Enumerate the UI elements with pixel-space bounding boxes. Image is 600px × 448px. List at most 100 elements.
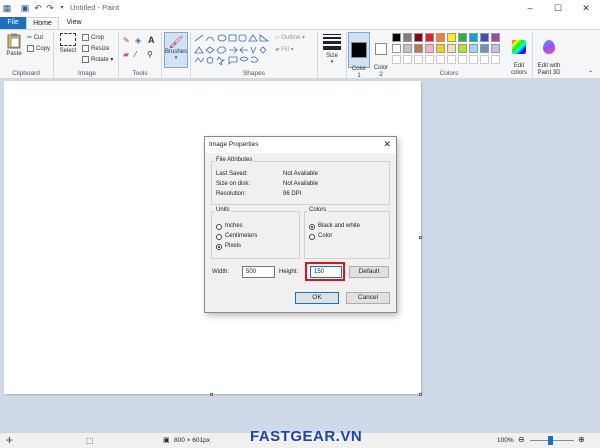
zoom-level: 100% (497, 437, 514, 444)
collapse-ribbon-icon[interactable]: ⌃ (588, 70, 593, 77)
palette-swatch[interactable] (447, 44, 456, 53)
pencil-icon[interactable]: ✎ (123, 36, 130, 45)
palette-swatch[interactable] (414, 33, 423, 42)
colors-group (304, 211, 390, 259)
width-input[interactable]: 500 (242, 266, 275, 278)
cancel-button[interactable]: Cancel (346, 292, 390, 304)
paint3d-button[interactable]: Edit with Paint 3D (535, 33, 563, 84)
color-radio[interactable] (309, 234, 315, 240)
pixels-radio[interactable] (216, 244, 222, 250)
fill-bucket-icon[interactable]: ◈ (135, 36, 141, 45)
palette-swatch-empty[interactable] (392, 55, 401, 64)
eraser-icon[interactable]: ▰ (123, 50, 129, 59)
window-title: Untitled - Paint (70, 3, 120, 12)
shapes-gallery[interactable] (193, 33, 273, 65)
tab-file[interactable]: File (0, 17, 26, 29)
palette-swatch[interactable] (392, 44, 401, 53)
copy-icon (27, 45, 34, 52)
palette-swatch[interactable] (425, 44, 434, 53)
palette-swatch[interactable] (436, 44, 445, 53)
fill-dropdown[interactable]: ▰ Fill ▾ (275, 46, 294, 53)
palette-swatch-empty[interactable] (403, 55, 412, 64)
tab-view[interactable]: View (60, 17, 88, 29)
default-button[interactable]: Default (349, 266, 389, 278)
palette-swatch[interactable] (414, 44, 423, 53)
color1-button[interactable]: Color 1 (348, 32, 370, 79)
customize-arrow-icon[interactable]: ▾ (57, 3, 67, 13)
palette-swatch-empty[interactable] (491, 55, 500, 64)
palette-swatch-empty[interactable] (469, 55, 478, 64)
palette-swatch[interactable] (436, 33, 445, 42)
resize-handle-right[interactable] (419, 236, 422, 239)
palette-swatch[interactable] (469, 44, 478, 53)
cut-button[interactable]: ✂ Cut (27, 34, 43, 41)
palette-swatch[interactable] (491, 44, 500, 53)
crop-button[interactable]: Crop (82, 34, 104, 41)
resize-handle-bottom[interactable] (210, 393, 213, 396)
ok-button[interactable]: OK (295, 292, 339, 304)
maximize-button[interactable]: ☐ (544, 0, 572, 17)
text-tool-icon[interactable]: A (148, 35, 155, 45)
pixels-label[interactable]: Pixels (225, 243, 241, 249)
divider (317, 32, 318, 78)
zoom-in-button[interactable]: ⊕ (578, 435, 585, 444)
palette-swatch[interactable] (469, 33, 478, 42)
tab-home[interactable]: Home (26, 17, 59, 29)
zoom-out-button[interactable]: ⊖ (518, 435, 525, 444)
divider (346, 32, 347, 78)
size-button[interactable]: Size ▾ (321, 33, 343, 65)
divider (190, 32, 191, 78)
file-attributes-legend: File Attributes (215, 157, 254, 163)
width-label: Width: (212, 269, 230, 275)
select-label: Select (59, 48, 77, 54)
palette-swatch[interactable] (491, 33, 500, 42)
palette-swatch[interactable] (458, 44, 467, 53)
palette-swatch[interactable] (447, 33, 456, 42)
zoom-slider-thumb[interactable] (548, 436, 553, 445)
brushes-button[interactable]: 🖌 Brushes ▾ (164, 32, 188, 68)
centimeters-radio[interactable] (216, 234, 222, 240)
select-button[interactable]: Select (58, 33, 78, 54)
palette-swatch-empty[interactable] (447, 55, 456, 64)
minimize-button[interactable]: – (516, 0, 544, 17)
size-on-disk-label: Size on disk: (216, 181, 251, 187)
color2-button[interactable]: Color 2 (372, 32, 390, 86)
inches-radio[interactable] (216, 224, 222, 230)
height-highlight-box (305, 262, 345, 281)
palette-swatch-empty[interactable] (458, 55, 467, 64)
palette-swatch[interactable] (480, 33, 489, 42)
crop-label: Crop (91, 35, 105, 42)
palette-swatch[interactable] (403, 33, 412, 42)
palette-swatch[interactable] (403, 44, 412, 53)
save-icon[interactable]: ▣ (20, 3, 30, 13)
palette-swatch-empty[interactable] (425, 55, 434, 64)
inches-label[interactable]: Inches (225, 223, 243, 229)
outline-dropdown[interactable]: ▱ Outline ▾ (275, 34, 305, 41)
palette-swatch[interactable] (480, 44, 489, 53)
palette-swatch-empty[interactable] (436, 55, 445, 64)
redo-icon[interactable]: ↷ (45, 3, 55, 13)
palette-swatch[interactable] (392, 33, 401, 42)
clipboard-icon (7, 33, 21, 49)
palette-swatch[interactable] (425, 33, 434, 42)
centimeters-label[interactable]: Centimeters (225, 233, 257, 239)
black-and-white-label[interactable]: Black and white (318, 223, 360, 229)
dialog-close-button[interactable]: ✕ (383, 139, 391, 149)
resize-handle-corner[interactable] (419, 393, 422, 396)
rotate-button[interactable]: Rotate ▾ (82, 56, 113, 63)
divider (53, 32, 54, 78)
close-button[interactable]: ✕ (572, 0, 600, 17)
paste-button[interactable]: Paste (4, 33, 24, 57)
undo-icon[interactable]: ↶ (33, 3, 43, 13)
ribbon-tabs: File Home View (0, 17, 600, 29)
palette-swatch-empty[interactable] (480, 55, 489, 64)
palette-swatch-empty[interactable] (414, 55, 423, 64)
black-and-white-radio[interactable] (309, 224, 315, 230)
color-label[interactable]: Color (318, 233, 332, 239)
copy-button[interactable]: Copy (27, 45, 50, 52)
edit-colors-button[interactable]: Edit colors (508, 33, 530, 84)
resize-button[interactable]: Resize (82, 45, 109, 52)
color-picker-icon[interactable]: ⁄ (135, 50, 136, 59)
magnifier-icon[interactable]: ⚲ (147, 50, 153, 59)
palette-swatch[interactable] (458, 33, 467, 42)
